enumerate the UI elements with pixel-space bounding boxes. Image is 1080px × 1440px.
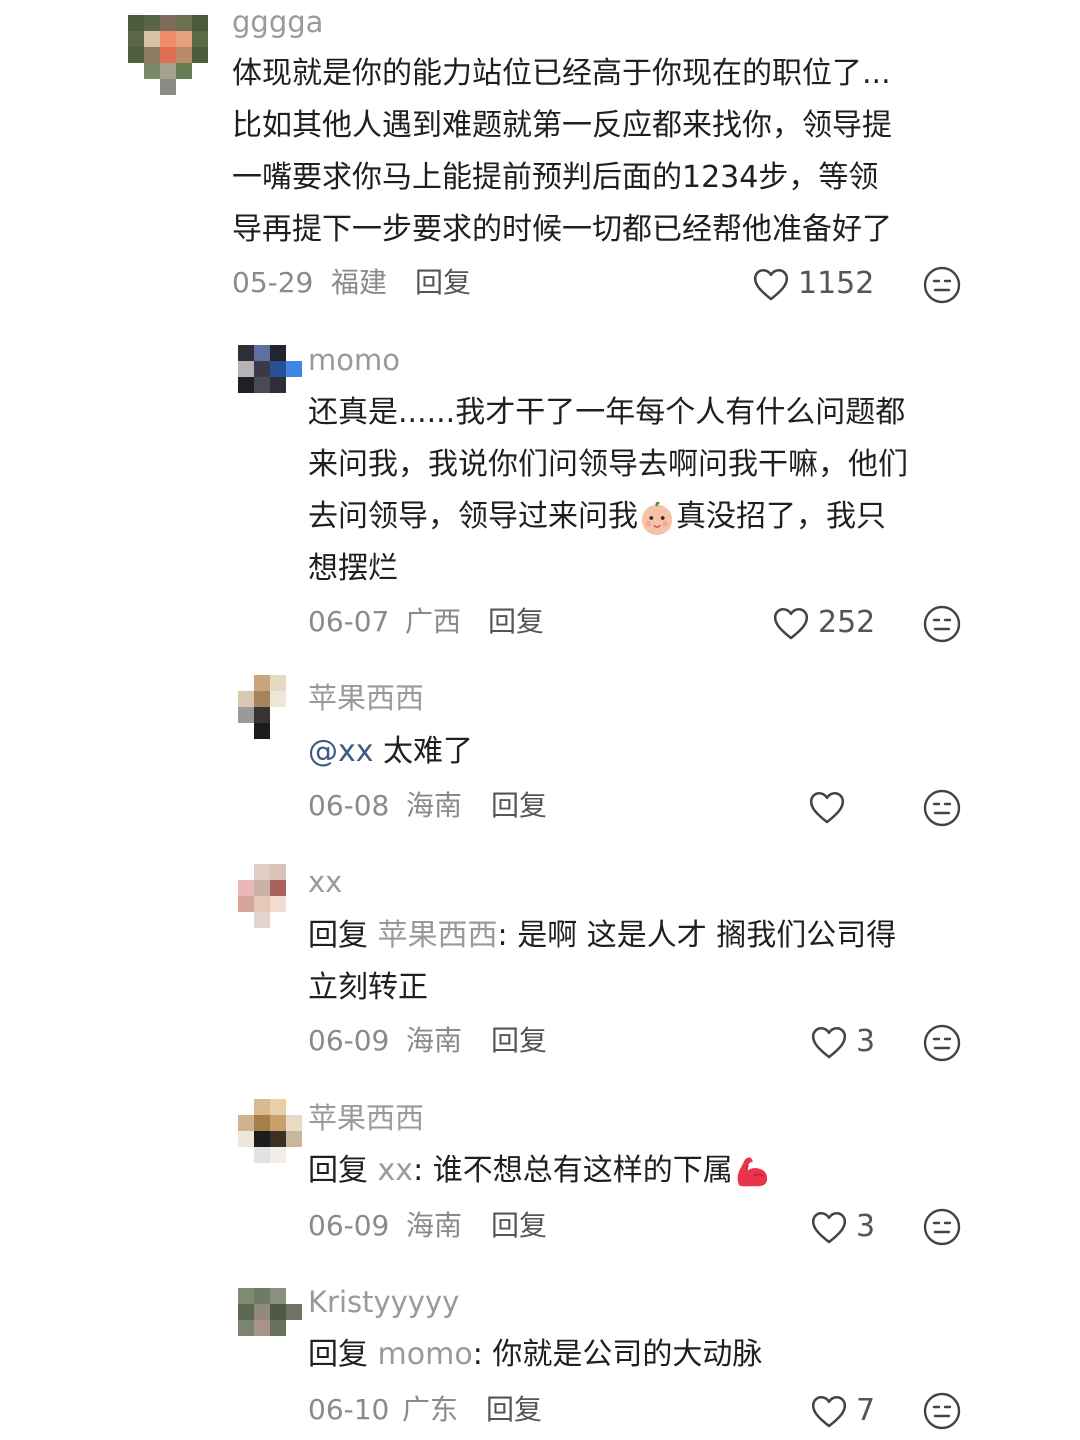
avatar[interactable] (238, 1288, 302, 1336)
comment-segment: : 谁不想总有这样的下属 (413, 1153, 733, 1188)
avatar[interactable] (128, 15, 208, 95)
heart-outline-icon (810, 1209, 848, 1245)
comment-segment: : 你就是公司的大动脉 (472, 1337, 763, 1372)
comment-date: 06-10 (308, 1393, 390, 1426)
comment-location: 海南 (406, 789, 463, 822)
comment-line: 去问领导，领导过来问我 真没招了，我只 (308, 491, 908, 543)
like-count: 1152 (798, 266, 875, 301)
like-button[interactable]: 252 (772, 605, 875, 641)
neutral-face-icon[interactable] (922, 1391, 962, 1431)
comment-line: 回复 苹果西西: 是啊 这是人才 搁我们公司得 (308, 910, 896, 962)
comment-line: 立刻转正 (308, 970, 428, 1005)
comment-line: 回复 xx: 谁不想总有这样的下属 (308, 1145, 771, 1197)
username[interactable]: Kristyyyyy (308, 1288, 459, 1317)
like-button[interactable]: 3 (810, 1024, 875, 1060)
reply-prefix: 回复 (308, 1153, 378, 1188)
heart-outline-icon (752, 266, 790, 302)
like-button[interactable]: 3 (810, 1209, 875, 1245)
comment-line: 比如其他人遇到难题就第一反应都来找你，领导提 (232, 108, 892, 143)
comment-location: 福建 (331, 266, 388, 299)
comment-date: 06-08 (308, 789, 390, 822)
username[interactable]: momo (308, 346, 400, 375)
comment-text: 体现就是你的能力站位已经高于你现在的职位了... 比如其他人遇到难题就第一反应都… (232, 48, 892, 256)
neutral-face-icon[interactable] (922, 265, 962, 305)
comment-line: 导再提下一步要求的时候一切都已经帮他准备好了 (232, 212, 892, 247)
like-count: 252 (818, 605, 876, 640)
comment-line: 想摆烂 (308, 551, 398, 586)
comment-date: 06-09 (308, 1209, 390, 1242)
reply-button[interactable]: 回复 (491, 1027, 547, 1055)
reply-button[interactable]: 回复 (491, 1212, 547, 1240)
comment-date: 06-09 (308, 1024, 390, 1057)
comment-segment: 去问领导，领导过来问我 (308, 499, 638, 534)
like-count: 3 (856, 1209, 876, 1244)
like-count: 7 (856, 1393, 876, 1428)
neutral-face-icon[interactable] (922, 1023, 962, 1063)
comment-segment: 真没招了，我只 (676, 499, 886, 534)
heart-outline-icon (808, 789, 846, 825)
comment-segment: : 是啊 这是人才 搁我们公司得 (497, 918, 897, 953)
neutral-face-icon[interactable] (922, 1207, 962, 1247)
comment-text: 回复 xx: 谁不想总有这样的下属 (308, 1145, 771, 1197)
comment-date: 05-29 (232, 266, 314, 299)
avatar[interactable] (238, 675, 286, 739)
comment-line: 回复 momo: 你就是公司的大动脉 (308, 1329, 762, 1381)
comment-text: 回复 苹果西西: 是啊 这是人才 搁我们公司得 立刻转正 (308, 910, 896, 1014)
heart-outline-icon (772, 605, 810, 641)
comment-location: 广西 (405, 605, 462, 638)
reply-prefix: 回复 (308, 918, 378, 953)
reply-button[interactable]: 回复 (491, 792, 547, 820)
avatar[interactable] (238, 864, 286, 928)
reply-to-user[interactable]: 苹果西西 (378, 918, 498, 953)
heart-outline-icon (810, 1024, 848, 1060)
comment-line: 体现就是你的能力站位已经高于你现在的职位了... (232, 56, 891, 91)
reply-button[interactable]: 回复 (488, 608, 544, 636)
comment-location: 广东 (402, 1393, 459, 1426)
heart-outline-icon (810, 1393, 848, 1429)
like-count: 3 (856, 1024, 876, 1059)
username[interactable]: 苹果西西 (308, 1104, 424, 1133)
reply-to-user[interactable]: momo (378, 1337, 473, 1372)
mention-link[interactable]: @xx (308, 734, 374, 769)
reply-button[interactable]: 回复 (486, 1396, 542, 1424)
comment-line: 一嘴要求你马上能提前预判后面的1234步，等领 (232, 160, 879, 195)
comment-segment: 太难了 (373, 734, 474, 769)
comment-text: 回复 momo: 你就是公司的大动脉 (308, 1329, 762, 1381)
neutral-face-icon[interactable] (922, 788, 962, 828)
like-button[interactable]: 1152 (752, 266, 874, 302)
like-button[interactable] (808, 789, 846, 825)
comment-line: @xx 太难了 (308, 726, 473, 778)
comment-line: 来问我，我说你们问领导去啊问我干嘛，他们 (308, 447, 908, 482)
flexed-biceps-emoji (737, 1157, 767, 1186)
comment-location: 海南 (406, 1024, 463, 1057)
comment-text: 还真是......我才干了一年每个人有什么问题都 来问我，我说你们问领导去啊问我… (308, 387, 908, 595)
avatar[interactable] (238, 1099, 302, 1163)
username[interactable]: 苹果西西 (308, 684, 424, 713)
avatar[interactable] (238, 345, 302, 393)
like-button[interactable]: 7 (810, 1393, 875, 1429)
comment-location: 海南 (406, 1209, 463, 1242)
baby-face-emoji (641, 501, 673, 535)
comment-text: @xx 太难了 (308, 726, 473, 778)
comment-line: 还真是......我才干了一年每个人有什么问题都 (308, 395, 906, 430)
neutral-face-icon[interactable] (922, 604, 962, 644)
comment-date: 06-07 (308, 605, 390, 638)
username[interactable]: xx (308, 868, 342, 897)
username[interactable]: gggga (232, 8, 323, 37)
reply-prefix: 回复 (308, 1337, 378, 1372)
reply-to-user[interactable]: xx (378, 1153, 414, 1188)
reply-button[interactable]: 回复 (415, 269, 471, 297)
